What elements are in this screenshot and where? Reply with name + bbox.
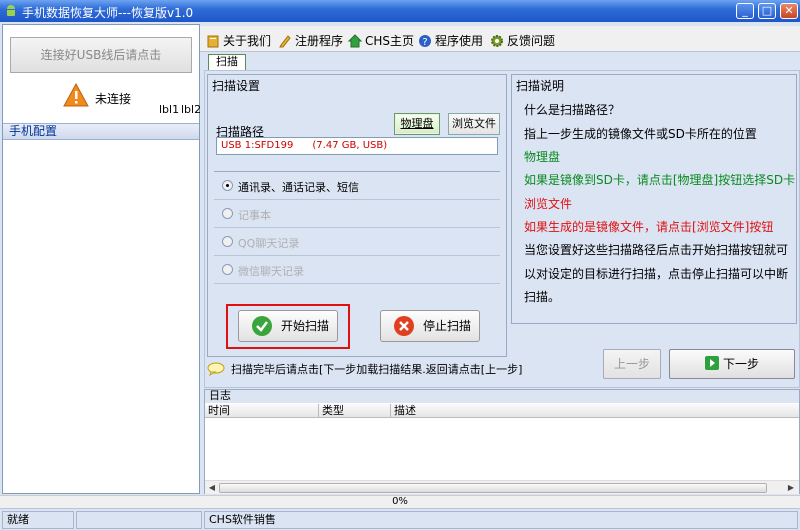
scan-description-group: 扫描说明 什么是扫描路径？ 指上一步生成的镜像文件或SD卡所在的位置 物理盘 如… <box>511 74 797 324</box>
speech-bubble-icon <box>207 362 225 376</box>
log-title: 日志 <box>205 390 799 403</box>
scroll-left-arrow-icon[interactable]: ◀ <box>206 482 218 494</box>
stop-x-icon <box>394 316 414 336</box>
log-horizontal-scrollbar[interactable]: ◀ ▶ <box>205 480 799 494</box>
about-button[interactable]: 关于我们 <box>206 32 271 49</box>
help-label: 程序使用 <box>435 34 484 48</box>
feedback-label: 反馈问题 <box>507 34 556 48</box>
help-button[interactable]: ? 程序使用 <box>418 32 483 49</box>
connect-usb-button[interactable]: 连接好USB线后请点击 <box>10 37 192 73</box>
home-button[interactable]: CHS主页 <box>348 32 414 49</box>
log-table-header: 时间 类型 描述 <box>205 404 799 418</box>
tab-strip: 扫描 <box>200 54 800 70</box>
phone-config-header[interactable]: 手机配置 <box>3 123 199 140</box>
pencil-icon <box>279 34 291 47</box>
title-bar: 手机数据恢复大师---恢复版v1.0 _ □ ✕ <box>0 0 800 22</box>
progress-bar: 0% <box>0 495 800 508</box>
browse-file-button[interactable]: 浏览文件 <box>448 113 500 135</box>
radio-unselected[interactable] <box>222 236 233 247</box>
option-qq-chat[interactable]: QQ聊天记录 <box>214 228 500 256</box>
home-label: CHS主页 <box>365 34 415 48</box>
next-step-label: 下一步 <box>722 357 759 371</box>
lbl2-label: lbl2 <box>181 103 202 116</box>
connection-status: 未连接 <box>95 92 132 106</box>
desc-line: 当您设置好这些扫描路径后点击开始扫描按钮就可 <box>524 243 789 257</box>
about-label: 关于我们 <box>223 34 272 48</box>
start-scan-button[interactable]: 开始扫描 <box>238 310 338 342</box>
scan-settings-title: 扫描设置 <box>212 79 261 93</box>
scan-path-field[interactable]: USB 1:SFD199 (7.47 GB, USB) <box>216 137 498 155</box>
option-contacts-calls-sms[interactable]: 通讯录、通话记录、短信 <box>214 172 500 200</box>
home-icon <box>348 33 362 47</box>
status-empty-cell <box>76 511 202 529</box>
toolbar: 关于我们 注册程序 CHS主页 ? 程序使用 反馈问题 <box>200 26 800 52</box>
radio-unselected[interactable] <box>222 264 233 275</box>
desc-line-physical-help: 如果是镜像到SD卡，请点击[物理盘]按钮选择SD卡 <box>524 173 796 187</box>
scroll-right-arrow-icon[interactable]: ▶ <box>785 482 797 494</box>
gear-icon <box>491 34 503 47</box>
log-panel: 日志 时间 类型 描述 ◀ ▶ <box>204 389 800 494</box>
start-scan-label: 开始扫描 <box>281 319 330 333</box>
physical-disk-button[interactable]: 物理盘 <box>394 113 440 135</box>
book-icon <box>207 35 219 47</box>
desc-line-browse: 浏览文件 <box>524 197 573 211</box>
checkmark-icon <box>252 316 272 336</box>
hint-text: 扫描完毕后请点击[下一步加载扫描结果.返回请点击[上一步] <box>207 361 522 377</box>
desc-line: 指上一步生成的镜像文件或SD卡所在的位置 <box>524 127 757 141</box>
desc-line: 以对设定的目标进行扫描，点击停止扫描可以中断 <box>524 267 789 281</box>
hint-label: 扫描完毕后请点击[下一步加载扫描结果.返回请点击[上一步] <box>231 363 523 376</box>
minimize-button[interactable]: _ <box>736 3 754 19</box>
desc-line-physical: 物理盘 <box>524 150 561 164</box>
log-col-time[interactable]: 时间 <box>205 404 319 418</box>
prev-step-button[interactable]: 上一步 <box>603 349 661 379</box>
desc-line-browse-help: 如果生成的是镜像文件，请点击[浏览文件]按钮 <box>524 220 774 234</box>
feedback-button[interactable]: 反馈问题 <box>490 32 555 49</box>
radio-selected[interactable] <box>222 180 233 191</box>
window-title: 手机数据恢复大师---恢复版v1.0 <box>22 6 194 20</box>
scan-description-title: 扫描说明 <box>516 79 565 93</box>
left-pane: 连接好USB线后请点击 未连接 lbl1 lbl2 手机配置 <box>2 24 202 494</box>
register-label: 注册程序 <box>295 34 344 48</box>
scan-options-list: 通讯录、通话记录、短信 记事本 QQ聊天记录 微信聊天记录 <box>214 171 500 284</box>
option-label: 记事本 <box>238 209 271 222</box>
warning-icon <box>63 83 89 107</box>
scan-settings-group: 扫描设置 扫描路径 物理盘 浏览文件 USB 1:SFD199 (7.47 GB… <box>207 74 507 357</box>
status-vendor: CHS软件销售 <box>204 511 798 529</box>
option-notepad[interactable]: 记事本 <box>214 200 500 228</box>
android-app-icon <box>7 5 15 16</box>
maximize-button[interactable]: □ <box>758 3 776 19</box>
arrow-right-icon <box>704 356 719 370</box>
desc-line: 扫描。 <box>524 290 561 304</box>
register-button[interactable]: 注册程序 <box>278 32 343 49</box>
option-label: QQ聊天记录 <box>238 237 300 250</box>
status-ready: 就绪 <box>2 511 74 529</box>
close-button[interactable]: ✕ <box>780 3 798 19</box>
tab-scan[interactable]: 扫描 <box>208 54 246 70</box>
stop-scan-label: 停止扫描 <box>423 319 472 333</box>
option-label: 通讯录、通话记录、短信 <box>238 181 359 194</box>
lbl1-label: lbl1 <box>159 103 180 116</box>
log-col-type[interactable]: 类型 <box>319 404 391 418</box>
scrollbar-thumb[interactable] <box>219 483 767 493</box>
scan-panel: 扫描设置 扫描路径 物理盘 浏览文件 USB 1:SFD199 (7.47 GB… <box>204 70 800 388</box>
next-step-button[interactable]: 下一步 <box>669 349 795 379</box>
desc-line: 什么是扫描路径？ <box>524 103 621 117</box>
option-label: 微信聊天记录 <box>238 265 304 278</box>
status-bar: 就绪 CHS软件销售 <box>0 508 800 530</box>
log-col-desc[interactable]: 描述 <box>391 404 799 418</box>
svg-text:?: ? <box>422 37 427 48</box>
radio-unselected[interactable] <box>222 208 233 219</box>
help-icon: ? <box>419 34 431 48</box>
option-wechat-chat[interactable]: 微信聊天记录 <box>214 256 500 284</box>
stop-scan-button[interactable]: 停止扫描 <box>380 310 480 342</box>
